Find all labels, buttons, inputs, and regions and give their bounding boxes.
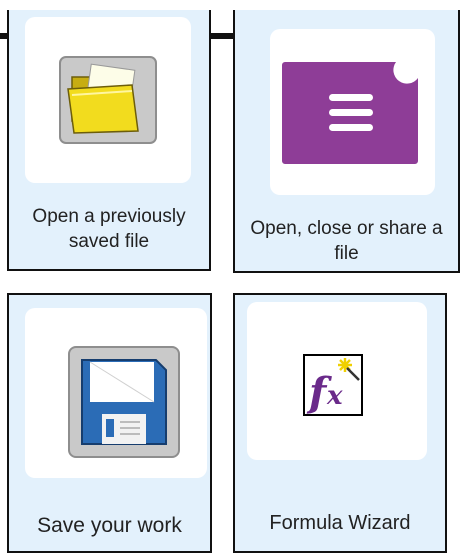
icon-tile xyxy=(25,17,191,183)
open-close-share-card[interactable]: Open, close or share a file xyxy=(233,10,460,273)
card-label: Open a previously saved file xyxy=(32,206,186,252)
formula-wizard-icon: f x xyxy=(303,354,363,416)
svg-text:x: x xyxy=(326,381,343,411)
card-label: Save your work xyxy=(37,514,182,537)
hamburger-menu-icon xyxy=(282,62,418,164)
open-folder-icon xyxy=(59,56,157,144)
save-work-card[interactable]: Save your work xyxy=(7,293,212,553)
icon-tile: f x xyxy=(247,302,427,460)
icon-tile xyxy=(25,308,207,478)
open-saved-file-card[interactable]: Open a previously saved file xyxy=(7,10,211,271)
floppy-disk-icon xyxy=(68,346,180,458)
card-label: Open, close or share a file xyxy=(250,218,443,264)
formula-wizard-card[interactable]: f x Formula Wizard xyxy=(233,293,447,553)
icon-tile xyxy=(270,29,435,195)
card-label: Formula Wizard xyxy=(269,512,411,534)
